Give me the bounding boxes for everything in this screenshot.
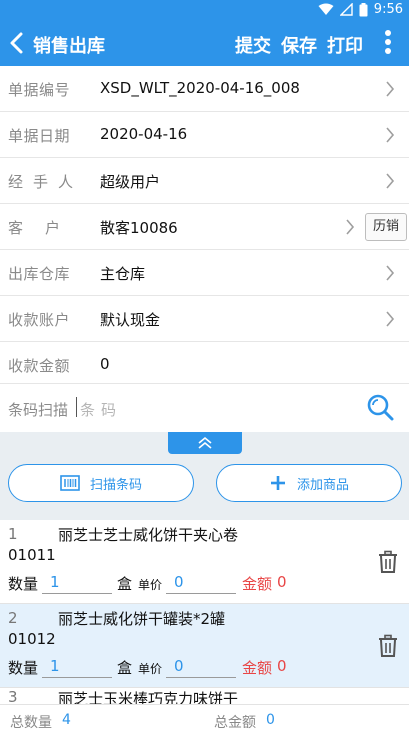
item-name: 丽芝士威化饼干罐装*2罐 (58, 610, 226, 628)
form-row-handler[interactable]: 经手人 超级用户 (0, 158, 409, 204)
app-bar-actions: 提交 保存 打印 (235, 32, 363, 58)
amount-label: 金额 (242, 659, 273, 677)
chevron-right-icon (386, 127, 395, 143)
form-value: 散客10086 (100, 219, 178, 237)
status-icons: 9:56 (318, 2, 403, 17)
chevron-right-icon (386, 173, 395, 189)
double-chevron-up-icon (198, 436, 212, 449)
amount-label: 金额 (242, 575, 273, 593)
price-label: 单价 (138, 578, 163, 592)
form-value: 主仓库 (100, 265, 146, 283)
barcode-icon (60, 475, 80, 491)
signal-icon (339, 3, 353, 16)
item-code: 01011 (8, 546, 56, 564)
scan-barcode-label: 扫描条码 (89, 477, 142, 493)
quantity-label: 数量 (8, 659, 39, 677)
text-cursor (76, 397, 77, 417)
collapse-toggle[interactable] (168, 432, 242, 454)
scan-barcode-button[interactable]: 扫描条码 (8, 464, 194, 502)
plus-icon (270, 476, 285, 490)
form-value: 默认现金 (100, 311, 161, 329)
save-button[interactable]: 保存 (281, 32, 317, 58)
chevron-right-icon (386, 265, 395, 281)
totals-bar: 总数量 4 总金额 0 (0, 704, 409, 733)
sales-history-button[interactable]: 历销 (365, 213, 407, 241)
unit-label: 盒 (117, 659, 133, 677)
total-amount-value: 0 (266, 712, 275, 728)
form-row-payment-account[interactable]: 收款账户 默认现金 (0, 296, 409, 342)
battery-icon (359, 2, 368, 16)
form-row-document-number[interactable]: 单据编号 XSD_WLT_2020-04-16_008 (0, 66, 409, 112)
add-product-button[interactable]: 添加商品 (216, 464, 402, 502)
item-index: 2 (8, 609, 18, 627)
list-item[interactable]: 3 丽芝士玉米棒巧克力味饼干 (0, 688, 409, 704)
form-value: 2020-04-16 (100, 125, 188, 143)
amount-value: 0 (277, 657, 287, 675)
quantity-value: 1 (50, 573, 60, 591)
barcode-input[interactable]: 条码 (80, 399, 122, 420)
price-value: 0 (174, 573, 184, 591)
amount-value: 0 (277, 573, 287, 591)
price-value: 0 (174, 657, 184, 675)
unit-label: 盒 (117, 575, 133, 593)
form-label: 客户 (8, 219, 83, 237)
form-label: 收款账户 (8, 311, 71, 329)
item-name: 丽芝士玉米棒巧克力味饼干 (58, 690, 239, 704)
quantity-input[interactable]: 1 (42, 568, 112, 594)
form-label: 收款金额 (8, 357, 71, 375)
form-value: 超级用户 (100, 173, 161, 191)
payment-amount-input[interactable]: 0 (100, 355, 110, 373)
wifi-icon (318, 3, 334, 15)
total-amount-label: 总金额 (214, 715, 256, 731)
quantity-label: 数量 (8, 575, 39, 593)
form-row-warehouse[interactable]: 出库仓库 主仓库 (0, 250, 409, 296)
total-quantity-label: 总数量 (10, 715, 52, 731)
search-icon[interactable] (365, 392, 395, 422)
item-index: 1 (8, 525, 18, 543)
more-menu-icon[interactable] (383, 28, 393, 58)
app-bar: 销售出库 提交 保存 打印 (0, 20, 409, 66)
form-label: 出库仓库 (8, 265, 71, 283)
page-title: 销售出库 (33, 36, 105, 57)
back-arrow-icon[interactable] (4, 28, 32, 58)
form-row-document-date[interactable]: 单据日期 2020-04-16 (0, 112, 409, 158)
form-label: 经手人 (8, 173, 84, 191)
price-input[interactable]: 0 (166, 568, 236, 594)
status-bar: 9:56 (0, 0, 409, 20)
chevron-right-icon (386, 81, 395, 97)
add-product-label: 添加商品 (296, 477, 349, 493)
total-quantity-value: 4 (62, 712, 71, 728)
print-button[interactable]: 打印 (327, 32, 363, 58)
item-index: 3 (8, 688, 18, 704)
price-input[interactable]: 0 (166, 652, 236, 678)
form-row-payment-amount[interactable]: 收款金额 0 (0, 342, 409, 384)
quantity-input[interactable]: 1 (42, 652, 112, 678)
quantity-value: 1 (50, 657, 60, 675)
chevron-right-icon (346, 219, 355, 235)
form-value: XSD_WLT_2020-04-16_008 (100, 79, 300, 97)
barcode-scan-row: 条码扫描 条码 (0, 384, 409, 432)
list-item[interactable]: 1 丽芝士芝士威化饼干夹心卷 01011 数量 1 盒 单价 0 金额 0 (0, 520, 409, 604)
barcode-scan-label: 条码扫描 (8, 401, 69, 419)
status-time: 9:56 (373, 2, 403, 17)
form-label: 单据编号 (8, 81, 71, 99)
action-area: 扫描条码 添加商品 (0, 432, 409, 520)
list-item[interactable]: 2 丽芝士威化饼干罐装*2罐 01012 数量 1 盒 单价 0 金额 0 (0, 604, 409, 688)
chevron-right-icon (386, 311, 395, 327)
trash-icon[interactable] (377, 634, 399, 658)
trash-icon[interactable] (377, 550, 399, 574)
form-row-customer[interactable]: 客户 散客10086 历销 (0, 204, 409, 250)
item-code: 01012 (8, 630, 56, 648)
price-label: 单价 (138, 662, 163, 676)
item-name: 丽芝士芝士威化饼干夹心卷 (58, 526, 239, 544)
form-label: 单据日期 (8, 127, 71, 145)
submit-button[interactable]: 提交 (235, 32, 271, 58)
